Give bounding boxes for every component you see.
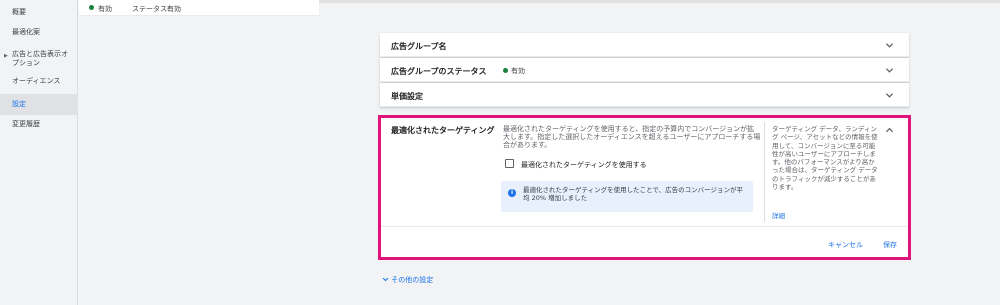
- panel-title: 単価設定: [391, 92, 423, 101]
- status-label: ステータス:: [132, 5, 170, 13]
- other-settings-link[interactable]: その他の設定: [382, 275, 433, 285]
- save-button[interactable]: 保存: [883, 240, 897, 250]
- sidebar-item-settings[interactable]: 設定: [0, 94, 78, 115]
- status-dot-icon: [89, 5, 94, 10]
- sidebar-item-label: 概要: [12, 8, 26, 16]
- panel-status-value: 有効: [511, 67, 525, 75]
- divider: [381, 226, 908, 227]
- chevron-down-icon: [885, 93, 894, 98]
- optimized-targeting-section: 最適化されたターゲティング 最適化されたターゲティングを使用すると、指定の予算内…: [378, 115, 911, 260]
- chevron-up-icon[interactable]: [885, 126, 894, 135]
- sidebar-item-label: 変更履歴: [12, 120, 40, 128]
- panel-title: 広告グループのステータス: [391, 67, 487, 76]
- info-box: i 最適化されたターゲティングを使用したことで、広告のコンバージョンが平均 20…: [501, 181, 753, 212]
- top-divider: [319, 0, 1000, 3]
- sidebar-item-label: オーディエンス: [12, 77, 61, 85]
- chevron-down-icon: [885, 43, 894, 48]
- help-text: ターゲティング データ、ランディング ページ、アセットなどの情報を使用して、コン…: [772, 125, 878, 192]
- section-description: 最適化されたターゲティングを使用すると、指定の予算内でコンバージョンが拡大します…: [503, 125, 761, 149]
- panel-bid[interactable]: 単価設定: [380, 83, 909, 107]
- cancel-button[interactable]: キャンセル: [828, 240, 863, 250]
- sidebar-item-recommendations[interactable]: 最適化案: [0, 28, 78, 37]
- sidebar-item-label: 最適化案: [12, 28, 40, 36]
- status-value: 有効: [167, 5, 181, 13]
- status-text: 有効: [98, 5, 112, 13]
- sidebar: 概要 最適化案 ▶ 広告と広告表示オプション オーディエンス 設定 変更履歴: [0, 0, 78, 305]
- info-icon: i: [508, 189, 516, 197]
- panel-ad-group-name[interactable]: 広告グループ名: [380, 33, 909, 57]
- info-text: 最適化されたターゲティングを使用したことで、広告のコンバージョンが平均 20% …: [523, 186, 744, 202]
- section-title: 最適化されたターゲティング: [391, 126, 495, 135]
- chevron-down-icon: [382, 277, 389, 282]
- caret-right-icon: ▶: [4, 53, 8, 59]
- status-dot-icon: [503, 68, 508, 73]
- chevron-down-icon: [885, 68, 894, 73]
- sidebar-item-ads-extensions[interactable]: ▶ 広告と広告表示オプション: [0, 50, 78, 68]
- sidebar-item-change-history[interactable]: 変更履歴: [0, 120, 78, 129]
- optimized-targeting-checkbox[interactable]: [505, 159, 514, 168]
- sidebar-item-label: 広告と広告表示オプション: [12, 50, 68, 67]
- checkbox-label[interactable]: 最適化されたターゲティングを使用する: [521, 160, 647, 170]
- sidebar-item-overview[interactable]: 概要: [0, 8, 78, 17]
- sidebar-item-label: 設定: [12, 100, 26, 108]
- status-bar: 有効 ステータス: 有効: [79, 0, 319, 16]
- divider: [764, 122, 765, 222]
- other-settings-label: その他の設定: [391, 276, 434, 284]
- panel-title: 広告グループ名: [391, 42, 447, 51]
- learn-more-link[interactable]: 詳細: [772, 210, 785, 220]
- panel-ad-group-status[interactable]: 広告グループのステータス 有効: [380, 58, 909, 82]
- sidebar-item-audiences[interactable]: オーディエンス: [0, 77, 78, 86]
